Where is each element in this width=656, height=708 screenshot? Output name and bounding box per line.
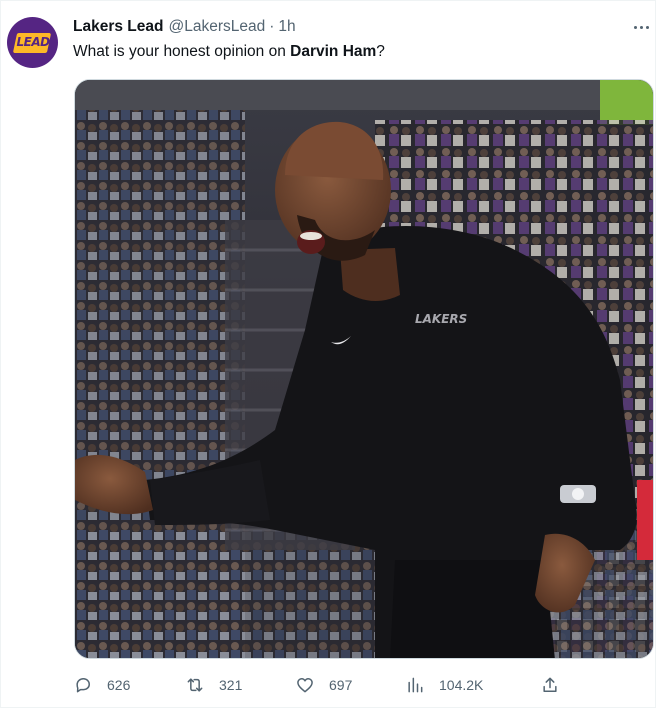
views-chart-icon (408, 677, 423, 693)
retweet-count: 321 (219, 677, 243, 693)
user-handle[interactable]: @LakersLead (168, 18, 265, 36)
separator-dot: · (269, 18, 275, 35)
share-button[interactable] (540, 673, 560, 697)
tweet-actions: 626 321 697 104.2K (73, 673, 573, 697)
reply-button[interactable]: 626 (73, 673, 130, 697)
retweet-icon (187, 678, 203, 692)
tweet-card[interactable]: LEAD Lakers Lead @LakersLead · 1h What i… (0, 0, 656, 708)
tweet-photo[interactable]: LAKERS (74, 79, 654, 659)
views-count: 104.2K (439, 677, 484, 693)
share-icon (543, 677, 557, 692)
mention-darvin-ham: Darvin Ham (290, 43, 377, 60)
timestamp[interactable]: 1h (278, 18, 295, 36)
jersey-logo-text: LAKERS (415, 312, 467, 326)
like-button[interactable]: 697 (295, 673, 352, 697)
lakers-lead-logo: LEAD (12, 31, 51, 55)
reply-icon (76, 678, 90, 693)
views-button[interactable]: 104.2K (405, 673, 483, 697)
like-count: 697 (329, 677, 353, 693)
retweet-button[interactable]: 321 (185, 673, 242, 697)
tweet-header: Lakers Lead @LakersLead · 1h (73, 16, 296, 38)
avatar[interactable]: LEAD (7, 17, 58, 68)
reply-count: 626 (107, 677, 131, 693)
heart-icon (297, 678, 313, 693)
display-name[interactable]: Lakers Lead (73, 18, 163, 36)
coach-photo: LAKERS (75, 80, 653, 658)
more-horizontal-icon[interactable] (631, 19, 651, 35)
tweet-text: What is your honest opinion on Darvin Ha… (73, 43, 385, 60)
